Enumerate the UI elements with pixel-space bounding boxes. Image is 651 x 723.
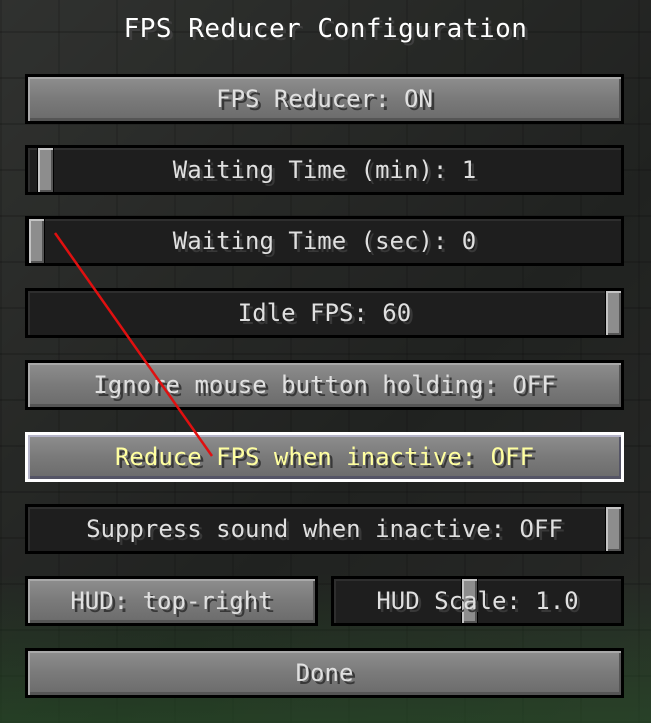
ignore-mouse-label: Ignore mouse button holding: OFF [93,371,556,399]
hud-scale-label: HUD Scale: 1.0 [376,587,579,615]
reduce-fps-inactive-label: Reduce FPS when inactive: OFF [114,443,535,471]
hud-position-label: HUD: top-right [70,587,273,615]
suppress-sound-label: Suppress sound when inactive: OFF [86,515,563,543]
waiting-time-sec-slider[interactable]: Waiting Time (sec): 0 [25,216,624,266]
hud-position-button[interactable]: HUD: top-right [25,576,318,626]
reduce-fps-inactive-button[interactable]: Reduce FPS when inactive: OFF [25,432,624,482]
waiting-time-min-slider[interactable]: Waiting Time (min): 1 [25,145,624,195]
fps-reducer-toggle-button[interactable]: FPS Reducer: ON [25,74,624,124]
idle-fps-slider[interactable]: Idle FPS: 60 [25,288,624,338]
suppress-sound-toggle-knob[interactable] [605,507,622,551]
idle-fps-slider-knob[interactable] [605,291,622,335]
waiting-time-min-slider-knob[interactable] [37,148,54,192]
ignore-mouse-button[interactable]: Ignore mouse button holding: OFF [25,360,624,410]
waiting-time-min-label: Waiting Time (min): 1 [172,156,477,184]
idle-fps-label: Idle FPS: 60 [237,299,412,327]
waiting-time-sec-label: Waiting Time (sec): 0 [172,227,477,255]
suppress-sound-toggle[interactable]: Suppress sound when inactive: OFF [25,504,624,554]
done-button[interactable]: Done [25,648,624,698]
done-label: Done [295,659,354,687]
hud-scale-slider[interactable]: HUD Scale: 1.0 [331,576,624,626]
fps-reducer-toggle-label: FPS Reducer: ON [216,85,433,113]
page-title: FPS Reducer Configuration [123,14,528,44]
waiting-time-sec-slider-knob[interactable] [28,219,45,263]
